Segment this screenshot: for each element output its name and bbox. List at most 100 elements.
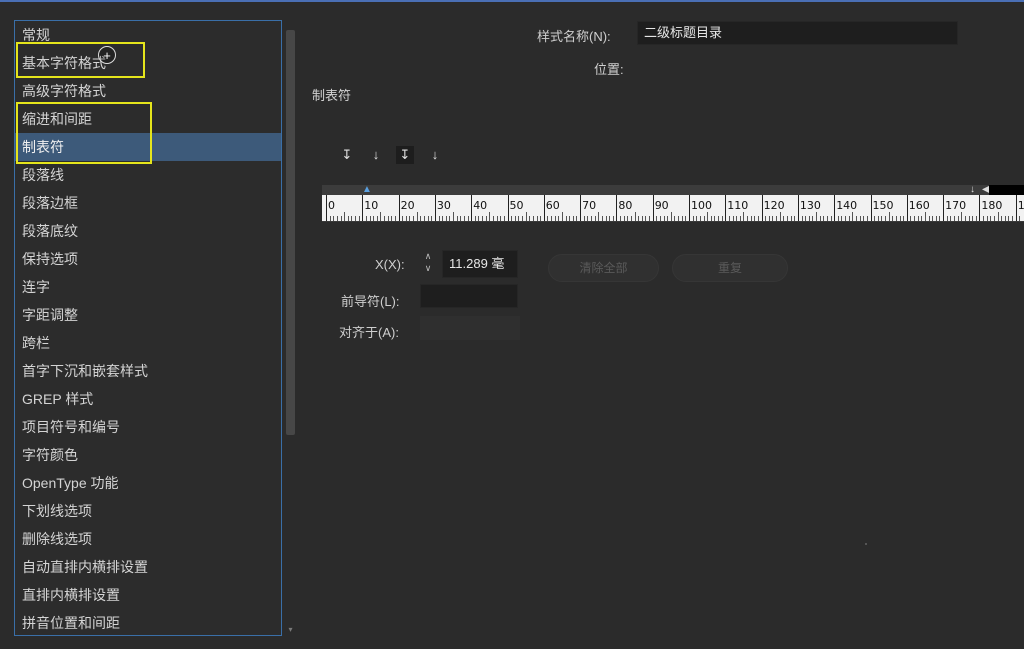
scroll-down-icon[interactable]: ▾ [286,626,295,634]
ruler-major-tick [652,195,654,221]
ruler-label: 140 [836,199,858,212]
center-tab-icon[interactable]: ↓ [367,146,385,164]
sidebar-item[interactable]: 首字下沉和嵌套样式 [15,357,281,385]
ruler-label: 100 [691,199,712,212]
ruler-label: 40 [473,199,488,212]
ruler-label: 120 [763,199,785,212]
sidebar-item[interactable]: 高级字符格式 [15,77,281,105]
sidebar-item[interactable]: 缩进和间距 [15,105,281,133]
ruler-underline [322,221,1024,234]
clear-all-button[interactable]: 清除全部 [548,254,659,282]
sidebar-item[interactable]: 项目符号和编号 [15,413,281,441]
x-position-label: X(X): [375,257,405,272]
indent-marker-icon[interactable]: ▲ [362,185,372,195]
ruler-label: 110 [727,199,749,212]
sidebar-item[interactable]: GREP 样式 [15,385,281,413]
sidebar-item[interactable]: 基本字符格式 [15,49,281,77]
ruler-minor-tick [997,212,999,221]
category-scrollbar[interactable]: ▾ [286,30,295,634]
ruler-major-tick [725,195,727,221]
stepper-up-icon[interactable]: ∧ [421,250,435,262]
category-list[interactable]: 常规 基本字符格式 高级字符格式 缩进和间距 制表符 段落线 段落边框 段落底纹 保持选项 连字字… [14,20,282,636]
ruler-major-tick [434,195,436,221]
sidebar-item[interactable]: 连字 [15,273,281,301]
x-position-input[interactable]: 11.289 毫 [442,250,518,278]
sidebar-item[interactable]: 删除线选项 [15,525,281,553]
ruler-label: 80 [618,199,633,212]
ruler-major-tick [689,195,690,221]
ruler-major-tick [761,195,763,221]
ruler-end-block [989,185,1024,195]
window-top-border [0,0,1024,2]
ruler-minor-tick [743,212,745,221]
style-name-input[interactable]: 二级标题目录 [637,21,958,45]
ruler-major-tick [580,195,582,221]
sidebar-item[interactable]: 字距调整 [15,301,281,329]
ruler-minor-tick [670,212,672,221]
sidebar-item[interactable]: 段落边框 [15,189,281,217]
ruler-minor-tick [561,212,563,221]
left-tab-icon[interactable]: ↧ [338,146,356,164]
ruler-minor-tick [852,212,854,221]
sidebar-item[interactable]: 段落底纹 [15,217,281,245]
tab-ruler[interactable]: ▲ ↓ ◀ 0 10 20 30 40 50 60 70 80 90 100 110 120 130 140… [322,185,1024,221]
ruler-minor-tick [707,212,709,221]
decimal-tab-icon[interactable]: ↓ [426,146,444,164]
section-title: 制表符 [312,88,352,103]
sidebar-item[interactable]: 保持选项 [15,245,281,273]
ruler-minor-tick [634,212,636,221]
ruler-label: 90 [654,199,669,212]
ruler-major-tick [398,195,400,221]
right-tab-icon[interactable]: ↧ [396,146,414,164]
ruler-label: 30 [436,199,451,212]
ruler-major-tick [362,195,364,221]
ruler-minor-tick [779,212,781,221]
leader-label: 前导符(L): [341,294,400,309]
ruler-minor-tick [489,212,491,221]
x-stepper[interactable]: ∧ ∨ [421,250,435,278]
sidebar-item[interactable]: 下划线选项 [15,497,281,525]
ruler-major-tick [543,195,545,221]
repeat-tab-button[interactable]: 重复 [672,254,788,282]
ruler-label: 130 [799,199,821,212]
scroll-thumb[interactable] [286,30,295,435]
ruler-major-tick [326,195,327,221]
sidebar-item[interactable]: 拼音位置和间距 [15,609,281,635]
stepper-down-icon[interactable]: ∨ [421,262,435,274]
ruler-label: 150 [872,199,894,212]
sidebar-item[interactable]: 制表符 [15,133,281,161]
ruler-label: 0 [328,199,335,212]
sidebar-item[interactable]: 字符颜色 [15,441,281,469]
leader-input[interactable] [420,284,518,308]
ruler-minor-tick [416,212,418,221]
ruler-major-tick [906,195,908,221]
ruler-minor-tick [598,212,600,221]
ruler-minor-tick [380,212,382,221]
cursor-icon: + [98,46,116,64]
ruler-major-tick [870,195,872,221]
ruler-label: 19 [1017,199,1024,212]
ruler-scale[interactable]: 0 10 20 30 40 50 60 70 80 90 100 110 120 130 140 150 160… [322,195,1024,221]
ruler-label: 20 [400,199,415,212]
ruler-major-tick [1015,195,1017,221]
ruler-major-tick [471,195,473,221]
align-on-input[interactable] [420,316,520,340]
tab-stop-icon[interactable]: ↓ [970,185,975,195]
ruler-minor-tick [961,212,963,221]
sidebar-item[interactable]: 直排内横排设置 [15,581,281,609]
ruler-major-tick [834,195,836,221]
sidebar-item[interactable]: 跨栏 [15,329,281,357]
ruler-label: 10 [364,199,379,212]
sidebar-item[interactable]: OpenType 功能 [15,469,281,497]
sidebar-item[interactable]: 段落线 [15,161,281,189]
ruler-minor-tick [816,212,818,221]
ruler-major-tick [979,195,981,221]
sidebar-item[interactable]: 自动直排内横排设置 [15,553,281,581]
dust-speck [865,543,867,545]
ruler-minor-tick [888,212,890,221]
ruler-label: 180 [981,199,1003,212]
ruler-label: 50 [509,199,524,212]
ruler-label: 160 [908,199,930,212]
ruler-minor-tick [525,212,527,221]
sidebar-item[interactable]: 常规 [15,21,281,49]
